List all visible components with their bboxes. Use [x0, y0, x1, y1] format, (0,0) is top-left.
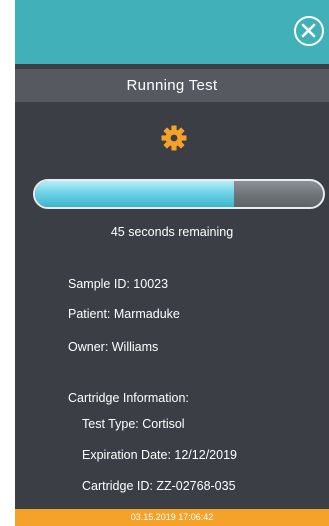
test-type: Test Type: Cortisol	[82, 417, 185, 431]
sample-id: Sample ID: 10023	[68, 277, 169, 291]
gear-icon	[161, 125, 187, 151]
close-button[interactable]	[294, 16, 324, 46]
status-footer: 03.15.2019 17:06:42	[15, 509, 329, 526]
cartridge-id: Cartridge ID: ZZ-02768-035	[82, 479, 236, 493]
owner-name: Owner: Williams	[68, 340, 159, 354]
patient-name: Patient: Marmaduke	[68, 307, 180, 321]
page-title: Running Test	[15, 69, 329, 102]
time-remaining: 45 seconds remaining	[110, 225, 234, 239]
expiration-date: Expiration Date: 12/12/2019	[82, 448, 237, 462]
close-icon	[301, 23, 316, 38]
device-screen: Running Test 45 seconds remaining Sample…	[15, 0, 329, 526]
footer-datetime: 03.15.2019 17:06:42	[130, 512, 214, 522]
top-bar	[15, 0, 329, 64]
cartridge-heading: Cartridge Information:	[68, 391, 189, 405]
progress-bar	[33, 179, 325, 209]
progress-fill	[35, 181, 234, 207]
